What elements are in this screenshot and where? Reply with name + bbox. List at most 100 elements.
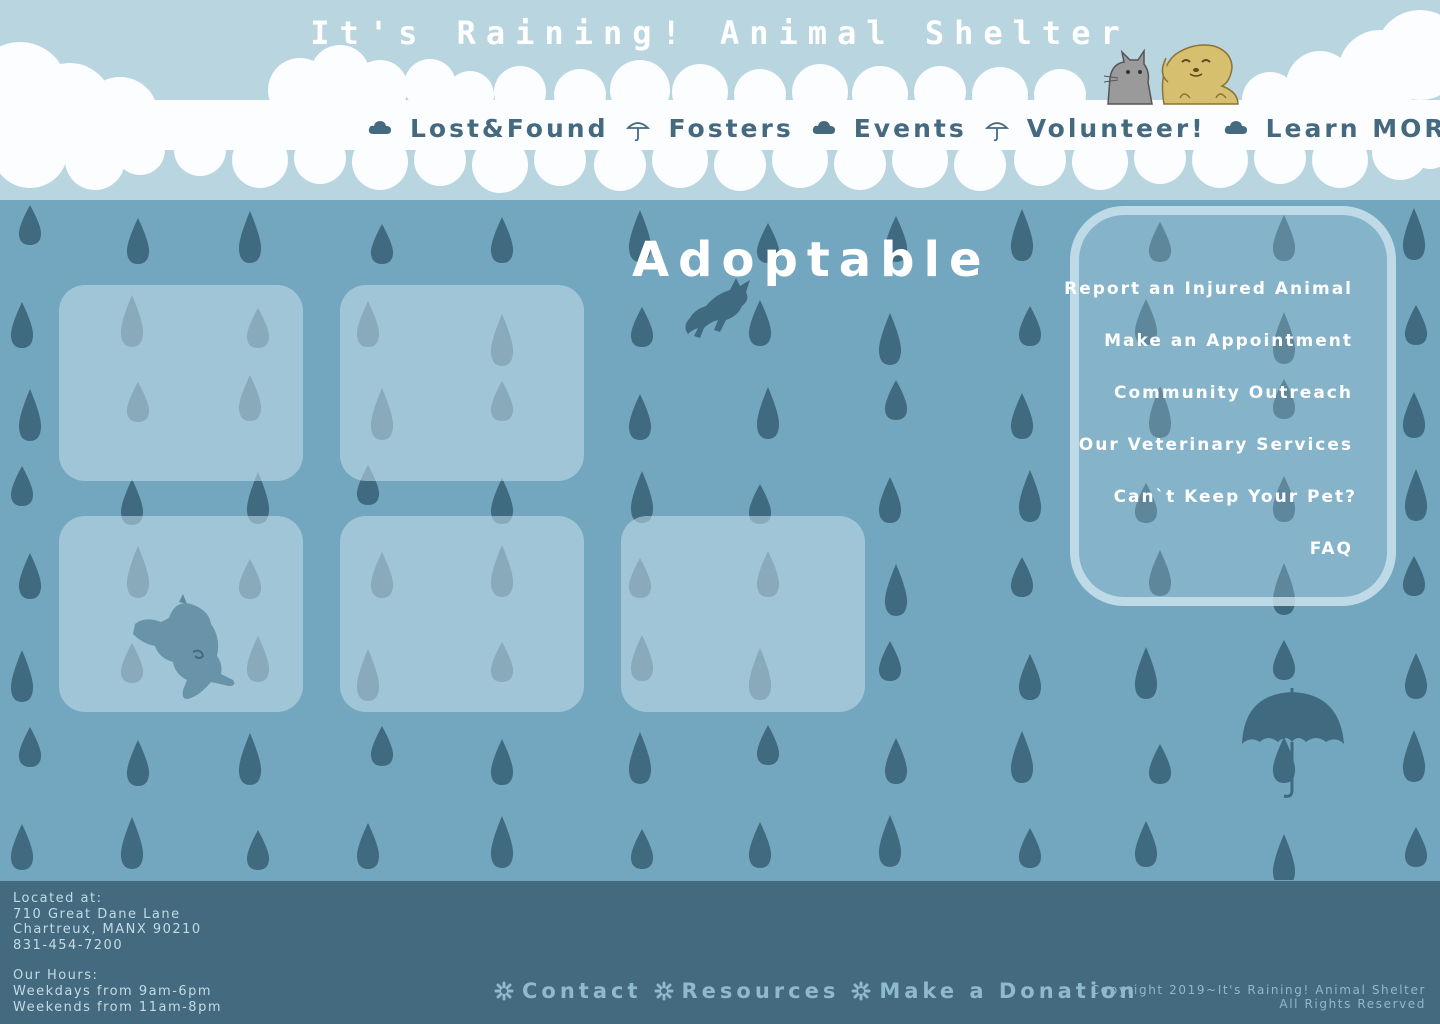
raindrop [1272, 640, 1296, 680]
raindrop [1402, 730, 1426, 782]
raindrop [1010, 557, 1034, 597]
rights-line: All Rights Reserved [1279, 997, 1426, 1011]
nav-learn-more[interactable]: Learn MORE [1266, 114, 1440, 143]
raindrop [490, 217, 514, 263]
umbrella-icon [626, 118, 651, 142]
address-label: Located at: [13, 891, 103, 906]
adoptable-card[interactable] [340, 516, 584, 712]
raindrop [18, 727, 42, 767]
raindrop [756, 725, 780, 765]
running-cat-icon [685, 278, 750, 338]
footer-link-contact[interactable]: Contact [522, 979, 642, 1003]
raindrop [884, 564, 908, 616]
hours-weekends: Weekends from 11am-8pm [13, 999, 222, 1015]
footer-nav: Contact Resources Make a Donation [494, 979, 1138, 1003]
hours-label: Our Hours: [13, 968, 99, 984]
raindrop [630, 307, 654, 347]
flower-icon [654, 981, 674, 1001]
raindrop [1404, 827, 1428, 867]
umbrella-icon [984, 118, 1009, 142]
raindrop [1404, 653, 1428, 699]
raindrop [1272, 834, 1296, 880]
raindrop [370, 726, 394, 766]
sidebar-link-community-outreach[interactable]: Community Outreach [1114, 383, 1353, 403]
sidebar-link-cant-keep-pet[interactable]: Can`t Keep Your Pet? [1114, 487, 1357, 507]
raindrop [10, 650, 34, 702]
raindrop [1148, 744, 1172, 784]
nav-fosters[interactable]: Fosters [668, 114, 793, 143]
address-street: 710 Great Dane Lane [13, 906, 181, 922]
phone-number: 831-454-7200 [13, 937, 124, 953]
raindrop [1010, 209, 1034, 261]
flower-icon [494, 981, 514, 1001]
sidebar-link-report-injured[interactable]: Report an Injured Animal [1064, 279, 1353, 299]
mascots [1103, 44, 1239, 105]
sidebar-link-appointment[interactable]: Make an Appointment [1104, 331, 1353, 351]
raindrop [1402, 392, 1426, 438]
raindrop [1018, 470, 1042, 522]
footer-link-resources[interactable]: Resources [682, 979, 840, 1003]
raindrop [126, 218, 150, 264]
address-city: Chartreux, MANX 90210 [13, 922, 202, 938]
raindrop [1134, 821, 1158, 867]
raindrop [884, 380, 908, 420]
raindrop [1404, 469, 1428, 521]
footer-contact-info: Located at: 710 Great Dane Lane Chartreu… [13, 891, 222, 1015]
raindrop [630, 829, 654, 869]
copyright: Copyright 2019~It's Raining! Animal Shel… [1091, 983, 1426, 1011]
main-nav: Lost&Found Fosters Events Volunteer! Lea… [364, 108, 1440, 148]
cat-mascot-icon [1103, 48, 1153, 105]
raindrop [1018, 828, 1042, 868]
footer: Located at: 710 Great Dane Lane Chartreu… [0, 881, 1440, 1024]
raindrop [628, 394, 652, 440]
side-panel: Report an Injured Animal Make an Appoint… [1064, 206, 1396, 606]
flower-icon [851, 981, 871, 1001]
raindrop [1018, 306, 1042, 346]
raindrop [490, 816, 514, 868]
raindrop [1402, 208, 1426, 260]
raindrop [878, 815, 902, 867]
raindrop [238, 733, 262, 785]
hours-weekdays: Weekdays from 9am-6pm [13, 983, 213, 999]
raindrop [878, 641, 902, 681]
raindrop [1010, 731, 1034, 783]
raindrop [120, 817, 144, 869]
cloud-icon [812, 118, 836, 138]
raindrop [1018, 654, 1042, 700]
adoptable-card[interactable] [59, 516, 303, 712]
raindrop [238, 211, 262, 263]
dog-mascot-icon [1161, 44, 1239, 105]
raindrop [10, 302, 34, 348]
cloud-icon [1224, 118, 1248, 138]
raindrop [370, 224, 394, 264]
raindrop [246, 830, 270, 870]
adoptable-card[interactable] [59, 285, 303, 481]
umbrella-icon [1242, 688, 1344, 798]
raindrop [628, 732, 652, 784]
raindrop [1402, 556, 1426, 596]
nav-lost-found[interactable]: Lost&Found [410, 114, 608, 143]
copyright-line: Copyright 2019~It's Raining! Animal Shel… [1090, 983, 1426, 997]
raindrop [356, 823, 380, 869]
adoptable-card[interactable] [621, 516, 865, 712]
raindrop [756, 387, 780, 439]
raindrop [884, 738, 908, 784]
sidebar-link-veterinary[interactable]: Our Veterinary Services [1079, 435, 1353, 455]
raindrop [1404, 305, 1428, 345]
raindrop [126, 740, 150, 786]
raindrop [18, 553, 42, 599]
raindrop [18, 205, 42, 245]
nav-events[interactable]: Events [854, 114, 967, 143]
raindrop [18, 389, 42, 441]
raindrop [1134, 647, 1158, 699]
cloud-icon [368, 118, 392, 138]
raindrop [10, 824, 34, 870]
raindrop [1010, 393, 1034, 439]
adoptable-card[interactable] [340, 285, 584, 481]
sidebar-link-faq[interactable]: FAQ [1310, 539, 1353, 559]
nav-volunteer[interactable]: Volunteer! [1027, 114, 1206, 143]
raindrop [10, 466, 34, 506]
sleeping-cat-icon [133, 594, 235, 699]
raindrop [490, 739, 514, 785]
raindrop [748, 822, 772, 868]
